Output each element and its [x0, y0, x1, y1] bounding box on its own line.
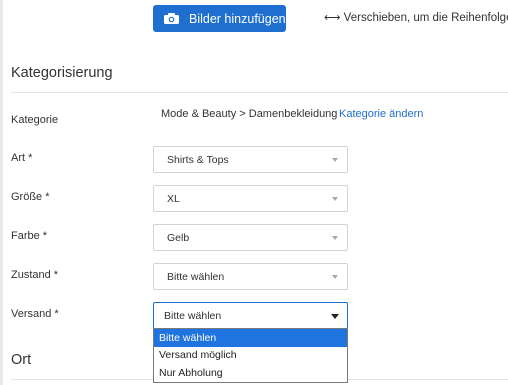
- reorder-hint: ⟷ Verschieben, um die Reihenfolge zu: [324, 12, 508, 24]
- location-heading: Ort: [11, 352, 32, 368]
- size-select-value: XL: [167, 192, 180, 205]
- chevron-down-icon: [332, 197, 338, 201]
- color-select[interactable]: Gelb: [153, 224, 348, 251]
- add-images-button[interactable]: Bilder hinzufügen: [153, 5, 286, 32]
- shipping-option[interactable]: Versand möglich: [154, 347, 347, 365]
- condition-label: Zustand *: [11, 269, 59, 281]
- color-label: Farbe *: [11, 230, 48, 242]
- shipping-select[interactable]: Bitte wählen: [153, 302, 348, 329]
- type-select[interactable]: Shirts & Tops: [153, 146, 348, 173]
- categorization-heading: Kategorisierung: [11, 65, 113, 81]
- size-select[interactable]: XL: [153, 185, 348, 212]
- add-images-label: Bilder hinzufügen: [189, 11, 286, 26]
- shipping-select-value: Bitte wählen: [164, 309, 222, 322]
- left-border: [0, 0, 3, 385]
- shipping-option[interactable]: Nur Abholung: [154, 364, 347, 382]
- condition-select-value: Bitte wählen: [167, 270, 225, 283]
- color-select-value: Gelb: [167, 231, 190, 244]
- chevron-down-icon: [332, 275, 338, 279]
- chevron-down-icon: [332, 158, 338, 162]
- size-label: Größe *: [11, 191, 50, 203]
- categorization-divider: [11, 92, 508, 93]
- type-select-value: Shirts & Tops: [167, 153, 229, 166]
- condition-select[interactable]: Bitte wählen: [153, 263, 348, 290]
- chevron-down-icon: [332, 236, 338, 240]
- change-category-link[interactable]: Kategorie ändern: [339, 108, 423, 120]
- shipping-dropdown: Bitte wählen Versand möglich Nur Abholun…: [153, 328, 348, 383]
- camera-icon: [164, 13, 179, 24]
- category-path: Mode & Beauty > Damenbekleidung: [161, 108, 338, 120]
- shipping-label: Versand *: [11, 308, 59, 320]
- category-label: Kategorie: [11, 114, 59, 126]
- chevron-down-icon: [331, 314, 339, 319]
- type-label: Art *: [11, 152, 33, 164]
- shipping-option[interactable]: Bitte wählen: [154, 329, 347, 347]
